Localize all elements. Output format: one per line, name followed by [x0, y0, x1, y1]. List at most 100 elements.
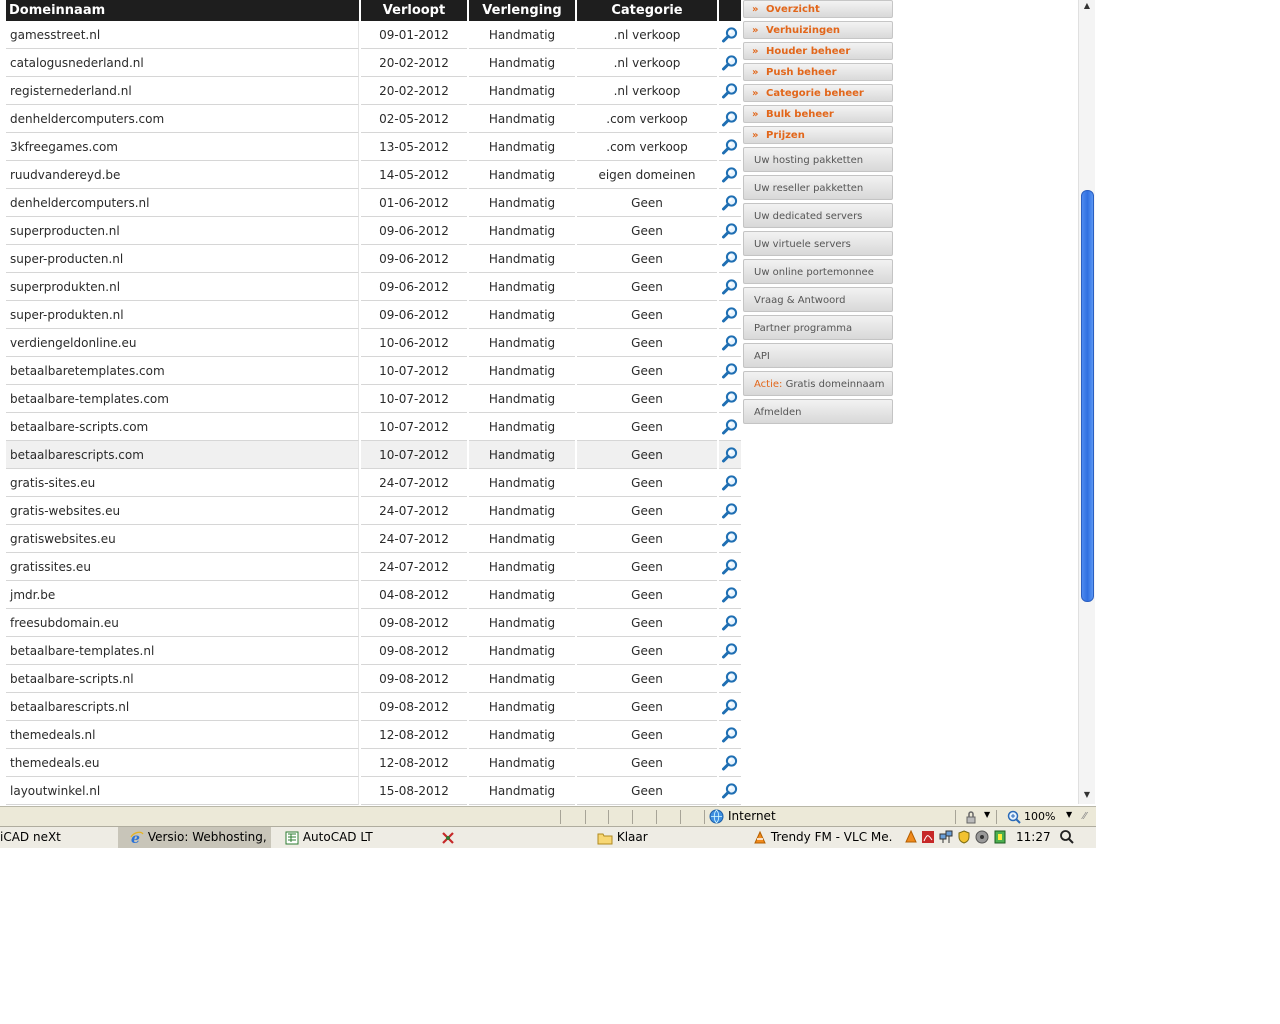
domain-cell[interactable]: jmdr.be — [6, 581, 359, 609]
magnifier-icon[interactable] — [721, 726, 739, 742]
table-row[interactable]: denheldercomputers.nl 01-06-2012 Handmatig… — [6, 189, 741, 217]
magnifier-icon[interactable] — [721, 614, 739, 630]
domain-cell[interactable]: gratis-websites.eu — [6, 497, 359, 525]
table-row[interactable]: betaalbarescripts.com 10-07-2012 Handmatig… — [6, 441, 741, 469]
resize-grip-icon[interactable]: ⁄⁄ — [1083, 811, 1086, 822]
table-row[interactable]: 3kfreegames.com 13-05-2012 Handmatig .com v… — [6, 133, 741, 161]
taskbar-item-browser[interactable]: e Versio: Webhosting, ... — [118, 827, 271, 848]
magnifier-icon[interactable] — [721, 138, 739, 154]
acrobat-tray-icon[interactable] — [921, 830, 935, 844]
menu-item[interactable]: Partner programma — [743, 315, 893, 340]
table-row[interactable]: superprodukten.nl 09-06-2012 Handmatig Geen — [6, 273, 741, 301]
menu-item[interactable]: Vraag & Antwoord — [743, 287, 893, 312]
domain-cell[interactable]: betaalbare-templates.com — [6, 385, 359, 413]
menu-item[interactable]: API — [743, 343, 893, 368]
submenu-item[interactable]: » Push beheer — [743, 63, 893, 81]
table-row[interactable]: registernederland.nl 20-02-2012 Handmatig.… — [6, 77, 741, 105]
zoom-dropdown-icon[interactable]: ▼ — [1066, 810, 1072, 819]
zoom-icon[interactable] — [1007, 810, 1021, 824]
magnifier-icon[interactable] — [721, 250, 739, 266]
table-row[interactable]: gratiswebsites.eu 24-07-2012 Handmatig Geen — [6, 525, 741, 553]
menu-item[interactable]: Uw online portemonnee — [743, 259, 893, 284]
domain-cell[interactable]: betaalbarescripts.nl — [6, 693, 359, 721]
magnifier-icon[interactable] — [721, 54, 739, 70]
magnifier-icon[interactable] — [721, 82, 739, 98]
header-domain[interactable]: Domeinnaam — [6, 0, 359, 21]
submenu-item[interactable]: » Categorie beheer — [743, 84, 893, 102]
table-row[interactable]: verdiengeldonline.eu 10-06-2012 Handmatig G… — [6, 329, 741, 357]
domain-cell[interactable]: registernederland.nl — [6, 77, 359, 105]
domain-cell[interactable]: ruudvandereyd.be — [6, 161, 359, 189]
domain-cell[interactable]: gratiswebsites.eu — [6, 525, 359, 553]
vlc-tray-icon[interactable] — [904, 830, 918, 844]
domain-cell[interactable]: gratissites.eu — [6, 553, 359, 581]
scrollbar-thumb[interactable] — [1081, 190, 1094, 602]
search-icon[interactable] — [1059, 829, 1075, 845]
zoom-level[interactable]: 100% — [1024, 810, 1055, 823]
menu-item[interactable]: Uw virtuele servers — [743, 231, 893, 256]
tray-clock[interactable]: 11:27 — [1016, 827, 1051, 847]
table-row[interactable]: betaalbare-scripts.com 10-07-2012 Handmati… — [6, 413, 741, 441]
header-expires[interactable]: Verloopt — [361, 0, 467, 21]
table-row[interactable]: layoutwinkel.nl 15-08-2012 Handmatig Geen — [6, 777, 741, 805]
table-row[interactable]: super-produkten.nl 09-06-2012 Handmatig Gee… — [6, 301, 741, 329]
domain-cell[interactable]: denheldercomputers.com — [6, 105, 359, 133]
table-row[interactable]: betaalbare-scripts.nl 09-08-2012 Handmatig… — [6, 665, 741, 693]
taskbar-item-icad[interactable]: iCAD neXt — [0, 827, 115, 848]
magnifier-icon[interactable] — [721, 362, 739, 378]
table-row[interactable]: jmdr.be 04-08-2012 Handmatig Geen — [6, 581, 741, 609]
magnifier-icon[interactable] — [721, 754, 739, 770]
domain-cell[interactable]: superprodukten.nl — [6, 273, 359, 301]
submenu-item[interactable]: » Overzicht — [743, 0, 893, 18]
submenu-item[interactable]: » Houder beheer — [743, 42, 893, 60]
domain-cell[interactable]: freesubdomain.eu — [6, 609, 359, 637]
domain-cell[interactable]: superproducten.nl — [6, 217, 359, 245]
magnifier-icon[interactable] — [721, 390, 739, 406]
domain-cell[interactable]: super-produkten.nl — [6, 301, 359, 329]
table-row[interactable]: freesubdomain.eu 09-08-2012 Handmatig Geen — [6, 609, 741, 637]
domain-cell[interactable]: denheldercomputers.nl — [6, 189, 359, 217]
domain-cell[interactable]: betaalbare-scripts.com — [6, 413, 359, 441]
logout-button[interactable]: Afmelden — [743, 399, 893, 424]
scroll-up-arrow-icon[interactable]: ▲ — [1082, 1, 1092, 11]
domain-cell[interactable]: layoutwinkel.nl — [6, 777, 359, 805]
magnifier-icon[interactable] — [721, 474, 739, 490]
magnifier-icon[interactable] — [721, 670, 739, 686]
submenu-item[interactable]: » Verhuizingen — [743, 21, 893, 39]
magnifier-icon[interactable] — [721, 502, 739, 518]
table-row[interactable]: catalogusnederland.nl 20-02-2012 Handmatig… — [6, 49, 741, 77]
protected-mode-dropdown-icon[interactable]: ▼ — [984, 810, 990, 819]
domain-cell[interactable]: gamesstreet.nl — [6, 21, 359, 49]
magnifier-icon[interactable] — [721, 782, 739, 798]
table-row[interactable]: betaalbaretemplates.com 10-07-2012 Handmat… — [6, 357, 741, 385]
submenu-item[interactable]: » Prijzen — [743, 126, 893, 144]
table-row[interactable]: betaalbarescripts.nl 09-08-2012 Handmatig G… — [6, 693, 741, 721]
vertical-scrollbar[interactable]: ▲ ▼ — [1078, 0, 1095, 804]
domain-cell[interactable]: super-producten.nl — [6, 245, 359, 273]
table-row[interactable]: themedeals.eu 12-08-2012 Handmatig Geen — [6, 749, 741, 777]
table-row[interactable]: superproducten.nl 09-06-2012 Handmatig Geen — [6, 217, 741, 245]
table-row[interactable]: ruudvandereyd.be 14-05-2012 Handmatig eigen… — [6, 161, 741, 189]
table-row[interactable]: betaalbare-templates.com 10-07-2012 Handma… — [6, 385, 741, 413]
taskbar-item-app[interactable] — [440, 827, 590, 848]
table-row[interactable]: super-producten.nl 09-06-2012 Handmatig Gee… — [6, 245, 741, 273]
protected-mode-icon[interactable] — [964, 810, 978, 824]
domain-cell[interactable]: themedeals.nl — [6, 721, 359, 749]
submenu-item[interactable]: » Bulk beheer — [743, 105, 893, 123]
magnifier-icon[interactable] — [721, 642, 739, 658]
shield-icon[interactable] — [957, 830, 971, 844]
menu-item[interactable]: Uw dedicated servers — [743, 203, 893, 228]
scroll-down-arrow-icon[interactable]: ▼ — [1082, 790, 1092, 800]
security-tray-icon[interactable] — [993, 830, 1007, 844]
header-category[interactable]: Categorie — [577, 0, 717, 21]
magnifier-icon[interactable] — [721, 418, 739, 434]
magnifier-icon[interactable] — [721, 698, 739, 714]
speaker-tray-icon[interactable] — [975, 830, 989, 844]
magnifier-icon[interactable] — [721, 306, 739, 322]
taskbar-item-folder[interactable]: Klaar — [597, 827, 747, 848]
table-row[interactable]: gratis-websites.eu 24-07-2012 Handmatig Gee… — [6, 497, 741, 525]
header-renewal[interactable]: Verlenging — [469, 0, 575, 21]
domain-cell[interactable]: verdiengeldonline.eu — [6, 329, 359, 357]
magnifier-icon[interactable] — [721, 278, 739, 294]
table-row[interactable]: gratis-sites.eu 24-07-2012 Handmatig Geen — [6, 469, 741, 497]
